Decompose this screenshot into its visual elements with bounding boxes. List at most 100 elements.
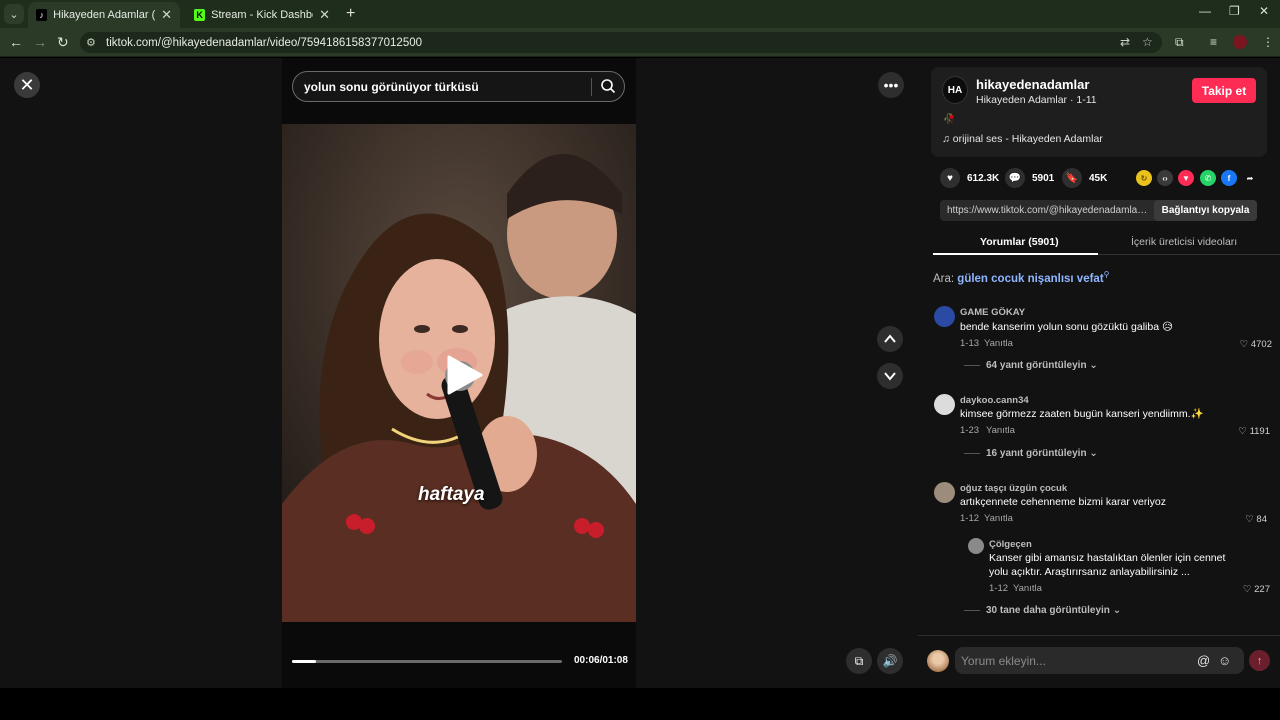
author-avatar[interactable]: HA	[942, 76, 968, 104]
view-replies-button[interactable]: 16 yanıt görüntüleyin ⌄	[964, 448, 1098, 459]
avatar[interactable]	[934, 306, 955, 327]
comment-icon[interactable]: 💬	[1005, 168, 1025, 188]
search-suggestion[interactable]: Ara: gülen cocuk nişanlısı vefat⚲	[933, 270, 1110, 285]
send-to-friends-icon[interactable]: ▼	[1178, 170, 1194, 186]
floating-player-icon[interactable]: ⧉	[846, 648, 872, 674]
reply-username[interactable]: Çölgeçen	[989, 539, 1032, 550]
music-title[interactable]: orijinal ses - Hikayeden Adamlar	[953, 133, 1103, 145]
close-tab-icon[interactable]: ✕	[161, 7, 172, 23]
chevron-down-icon: ⌄	[1112, 605, 1122, 616]
avatar[interactable]	[934, 482, 955, 503]
video-search-bar[interactable]: yolun sonu görünüyor türküsü	[292, 71, 625, 102]
comment-like[interactable]: ♡ 4702	[1222, 339, 1272, 350]
close-video-button[interactable]: ✕	[14, 72, 40, 98]
facebook-icon[interactable]: f	[1221, 170, 1237, 186]
bookmark-icon[interactable]: 🔖	[1062, 168, 1082, 188]
search-icon[interactable]	[600, 78, 616, 99]
avatar[interactable]	[934, 394, 955, 415]
avatar[interactable]	[927, 650, 949, 672]
extensions-icon[interactable]: ⧉	[1175, 35, 1184, 50]
heart-outline-icon[interactable]: ♡	[1238, 426, 1249, 437]
chevron-down-icon: ⌄	[1089, 448, 1098, 459]
reply-button[interactable]: Yanıtla	[984, 338, 1013, 349]
comment-like[interactable]: ♡ 84	[1217, 514, 1267, 525]
bookmark-star-icon[interactable]: ☆	[1142, 35, 1153, 49]
follow-button[interactable]: Takip et	[1192, 78, 1256, 103]
share-link-box: https://www.tiktok.com/@hikayedenadamlar…	[940, 200, 1257, 221]
play-icon[interactable]	[443, 354, 485, 396]
taskbar-area	[0, 688, 1280, 720]
search-divider	[591, 78, 592, 96]
restore-icon[interactable]: ❐	[1229, 4, 1240, 18]
share-arrow-icon[interactable]: ➦	[1242, 170, 1258, 186]
video-progress-bar[interactable]	[292, 660, 562, 663]
reply-like[interactable]: ♡ 227	[1220, 584, 1270, 595]
reply-button[interactable]: Yanıtla	[986, 425, 1015, 436]
comment-username[interactable]: oğuz taşçı üzgün çocuk	[960, 483, 1067, 494]
like-stat[interactable]: ♥ 612.3K	[940, 168, 999, 188]
back-icon[interactable]: ←	[9, 34, 23, 50]
like-count: 612.3K	[967, 172, 1000, 184]
volume-icon[interactable]: 🔊	[877, 648, 903, 674]
progress-fill	[292, 660, 317, 663]
reply-button[interactable]: Yanıtla	[984, 513, 1013, 524]
new-tab-button[interactable]: +	[346, 5, 355, 23]
url-text[interactable]: tiktok.com/@hikayedenadamlar/video/75941…	[106, 37, 422, 49]
copy-link-button[interactable]: Bağlantıyı kopyala	[1154, 200, 1257, 221]
close-window-icon[interactable]: ✕	[1259, 4, 1269, 18]
previous-video-button[interactable]	[877, 326, 903, 352]
send-comment-button[interactable]: ↑	[1249, 650, 1270, 671]
reply-button[interactable]: Yanıtla	[1013, 583, 1042, 594]
view-replies-label[interactable]: 64 yanıt görüntüleyin	[986, 360, 1087, 371]
view-more-replies-label[interactable]: 30 tane daha görüntüleyin	[986, 605, 1110, 616]
comment-date: 1-13	[960, 338, 980, 349]
reading-list-icon[interactable]: ≡	[1210, 35, 1217, 49]
embed-icon[interactable]: ‹›	[1157, 170, 1173, 186]
avatar[interactable]	[968, 538, 984, 554]
close-tab-icon[interactable]: ✕	[319, 7, 330, 23]
music-link[interactable]: ♫ orijinal ses - Hikayeden Adamlar	[942, 133, 1103, 145]
forward-icon[interactable]: →	[33, 34, 47, 50]
more-options-icon[interactable]: •••	[878, 72, 904, 98]
view-more-replies-button[interactable]: 30 tane daha görüntüleyin ⌄	[964, 605, 1121, 616]
comment-username[interactable]: GAME GÖKAY	[960, 307, 1025, 318]
suggestion-keyword[interactable]: gülen cocuk nişanlısı vefat	[957, 273, 1103, 285]
video-caption: haftaya	[418, 484, 485, 505]
view-replies-button[interactable]: 64 yanıt görüntüleyin ⌄	[964, 360, 1098, 371]
view-replies-label[interactable]: 16 yanıt görüntüleyin	[986, 448, 1087, 459]
search-query[interactable]: yolun sonu görünüyor türküsü	[304, 80, 479, 94]
repost-icon[interactable]: ↻	[1136, 170, 1152, 186]
address-bar[interactable]: ⚙ tiktok.com/@hikayedenadamlar/video/759…	[80, 32, 1162, 53]
emoji-icon[interactable]: ☺	[1218, 653, 1231, 668]
comment-stat[interactable]: 💬 5901	[1005, 168, 1054, 188]
site-info-icon[interactable]: ⚙	[86, 36, 100, 49]
tab-comments[interactable]: Yorumlar (5901)	[980, 236, 1059, 248]
tab-creator-videos[interactable]: İçerik üreticisi videoları	[1131, 236, 1237, 248]
comment-text: artıkçennete cehenneme bizmi karar veriy…	[960, 496, 1167, 508]
comment-date: 1-12	[960, 513, 980, 524]
divider	[964, 364, 980, 366]
mention-icon[interactable]: @	[1197, 653, 1210, 668]
reload-icon[interactable]: ↻	[57, 34, 69, 51]
save-stat[interactable]: 🔖 45K	[1062, 168, 1107, 188]
comment-like[interactable]: ♡ 1191	[1220, 426, 1270, 437]
heart-outline-icon[interactable]: ♡	[1243, 584, 1254, 595]
kick-icon: K	[194, 9, 206, 21]
heart-outline-icon[interactable]: ♡	[1240, 339, 1251, 350]
browser-tab-tiktok[interactable]: ♪ Hikayeden Adamlar (@hikayedenadamlar) …	[28, 2, 180, 28]
author-handle[interactable]: hikayedenadamlar	[976, 77, 1089, 92]
browser-tab-kick[interactable]: K Stream - Kick Dashboard ✕	[186, 2, 338, 28]
comment-username[interactable]: daykoo.cann34	[960, 395, 1029, 406]
minimize-icon[interactable]: —	[1199, 4, 1211, 18]
heart-outline-icon[interactable]: ♡	[1245, 514, 1256, 525]
translate-icon[interactable]: ⇄	[1120, 35, 1130, 49]
comment-date: 1-23	[960, 425, 980, 436]
tab-search-button[interactable]: ⌄	[4, 4, 24, 24]
chevron-down-icon	[884, 372, 896, 381]
whatsapp-icon[interactable]: ✆	[1200, 170, 1216, 186]
profile-avatar[interactable]	[1233, 35, 1247, 49]
next-video-button[interactable]	[877, 363, 903, 389]
heart-icon[interactable]: ♥	[940, 168, 960, 188]
share-link-url[interactable]: https://www.tiktok.com/@hikayedenadamlar…	[947, 205, 1149, 216]
browser-menu-icon[interactable]: ⋮	[1262, 35, 1274, 49]
